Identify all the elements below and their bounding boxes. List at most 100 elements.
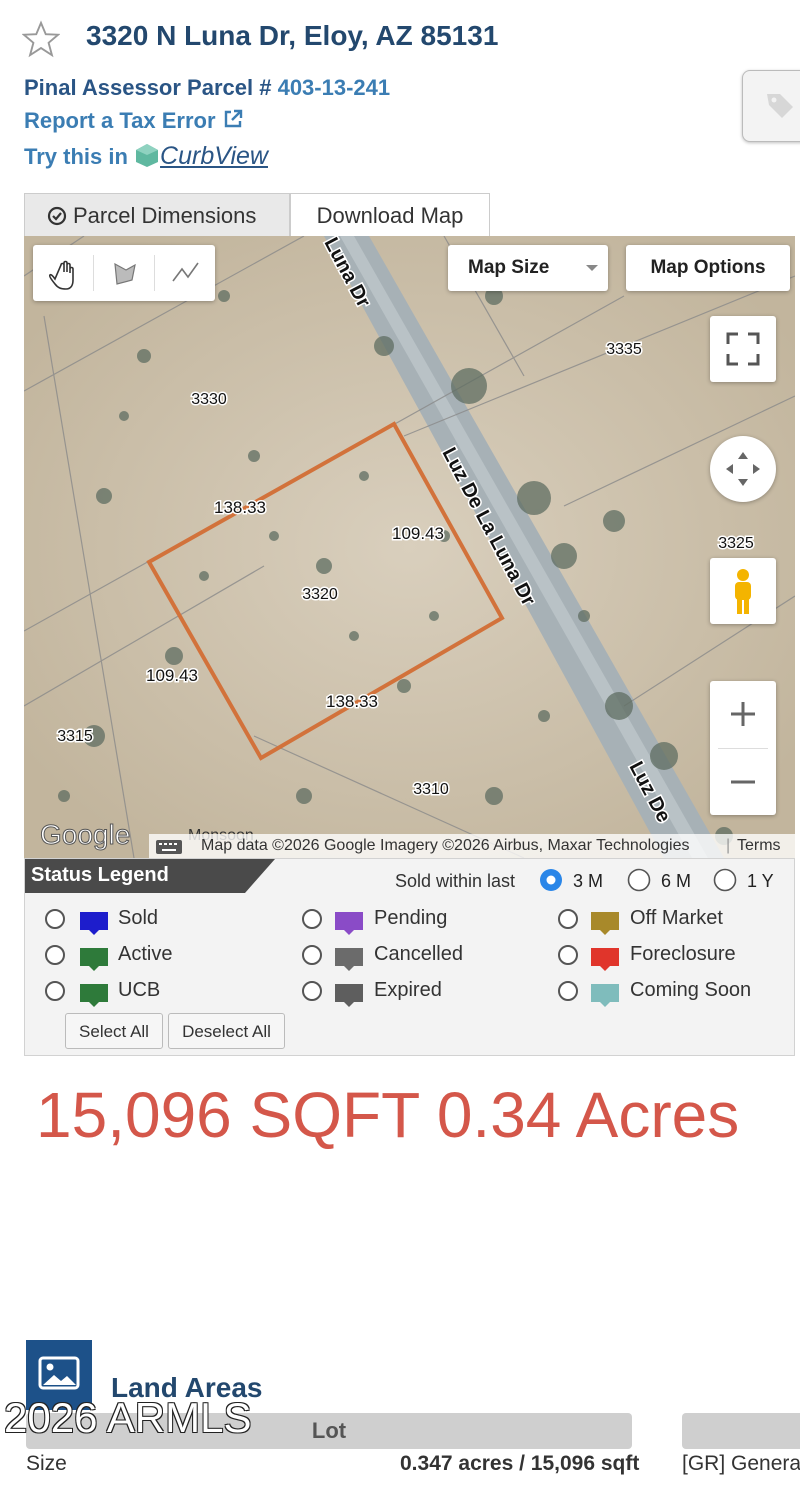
checkbox[interactable]	[45, 981, 65, 1001]
copyright-watermark: 2026 ARMLS	[4, 1394, 252, 1441]
tab-download-map[interactable]: Download Map	[290, 193, 490, 237]
lot-area-summary: 15,096 SQFT 0.34 Acres	[36, 1079, 740, 1151]
radio-icon	[713, 868, 737, 892]
tab-label: Parcel Dimensions	[73, 203, 257, 228]
period-1y-radio[interactable]: 1 Y	[713, 868, 774, 897]
attribution-text: Map data ©2026 Google Imagery ©2026 Airb…	[201, 837, 690, 854]
tag-button[interactable]	[742, 70, 800, 142]
curbview-label: CurbView	[160, 142, 268, 170]
star-icon[interactable]	[22, 20, 60, 58]
size-label: Size	[26, 1452, 67, 1475]
tab-label: Download Map	[316, 203, 464, 228]
rotate-button[interactable]	[710, 436, 776, 502]
legend-title: Status Legend	[31, 864, 169, 886]
parcel-number: 3325	[718, 535, 754, 552]
parcel-number: 3320	[302, 586, 338, 603]
external-link-icon	[224, 109, 242, 128]
property-address: 3320 N Luna Dr, Eloy, AZ 85131	[86, 20, 499, 51]
pin-icon	[335, 948, 363, 971]
zoom-control	[710, 681, 776, 815]
legend-label: Expired	[374, 979, 442, 1001]
checkbox[interactable]	[558, 945, 578, 965]
pin-icon	[591, 912, 619, 935]
shape-icon[interactable]	[94, 245, 154, 301]
pin-icon	[80, 984, 108, 1007]
radio-selected-icon	[540, 869, 562, 891]
period-label: 6 M	[661, 871, 692, 891]
legend-label: Cancelled	[374, 943, 463, 965]
fullscreen-button[interactable]	[710, 316, 776, 382]
zoning-column-header	[682, 1413, 800, 1449]
dimension-label: 109.43	[146, 666, 198, 685]
zoning-value: [GR] Genera	[682, 1452, 800, 1475]
legend-label: Off Market	[630, 907, 723, 929]
tax-error-link[interactable]: Report a Tax Error	[24, 108, 244, 134]
tax-error-label: Report a Tax Error	[24, 108, 216, 133]
zoom-out-button[interactable]	[710, 749, 776, 815]
satellite-imagery: Luna Dr Luz De La Luna Dr Luz De 3330 33…	[24, 236, 795, 858]
radio-icon	[627, 868, 651, 892]
period-label: 1 Y	[747, 871, 774, 891]
parcel-number-link[interactable]: 403-13-241	[278, 75, 391, 100]
curbview-logo-icon	[136, 144, 159, 167]
map-options-button[interactable]: Map Options	[626, 245, 790, 291]
map-size-dropdown[interactable]: Map Size	[448, 245, 608, 291]
parcel-map[interactable]: Luna Dr Luz De La Luna Dr Luz De 3330 33…	[24, 236, 795, 858]
pin-icon	[591, 984, 619, 1007]
try-label: Try this in	[24, 144, 128, 169]
draw-tools	[33, 245, 215, 301]
curbview-line: Try this in CurbView	[24, 142, 268, 171]
period-3m-radio[interactable]: 3 M	[539, 868, 603, 897]
checkbox[interactable]	[45, 909, 65, 929]
keyboard-icon[interactable]	[155, 839, 183, 855]
size-value: 0.347 acres / 15,096 sqft	[400, 1452, 640, 1475]
google-logo: Google	[40, 819, 130, 850]
legend-label: Active	[118, 943, 173, 965]
terms-link[interactable]: Terms	[737, 834, 781, 858]
curbview-link[interactable]: CurbView	[134, 142, 268, 170]
legend-label: Foreclosure	[630, 943, 736, 965]
parcel-line: Pinal Assessor Parcel # 403-13-241	[24, 75, 390, 101]
period-label: 3 M	[573, 871, 604, 891]
legend-label: Sold	[118, 907, 159, 929]
compass-icon	[726, 452, 760, 486]
pegman-icon	[735, 569, 751, 614]
line-icon[interactable]	[155, 245, 215, 301]
chevron-down-icon	[586, 265, 598, 271]
checkbox[interactable]	[558, 909, 578, 929]
fullscreen-icon	[726, 332, 760, 366]
checkbox[interactable]	[302, 945, 322, 965]
tab-parcel-dimensions[interactable]: Parcel Dimensions	[24, 193, 290, 237]
pin-icon	[335, 912, 363, 935]
zoom-in-button[interactable]	[710, 681, 776, 747]
parcel-label: Pinal Assessor Parcel #	[24, 75, 272, 100]
dimension-label: 138.33	[214, 498, 266, 517]
pin-icon	[80, 912, 108, 935]
parcel-number: 3310	[413, 781, 449, 798]
parcel-number: 3330	[191, 391, 227, 408]
checkbox[interactable]	[302, 981, 322, 1001]
dimension-label: 138.33	[326, 692, 378, 711]
status-legend: Status Legend Sold within last 3 M 6 M 1…	[24, 858, 795, 1056]
parcel-number: 3335	[606, 341, 642, 358]
legend-label: Coming Soon	[630, 979, 752, 1001]
dimension-label: 109.43	[392, 524, 444, 543]
checkbox[interactable]	[45, 945, 65, 965]
pin-icon	[80, 948, 108, 971]
check-circle-icon	[47, 206, 67, 226]
sold-within-label: Sold within last	[395, 871, 516, 891]
pin-icon	[335, 984, 363, 1007]
select-all-button[interactable]: Select All	[65, 1013, 163, 1049]
parcel-number: 3315	[57, 728, 93, 745]
map-attribution: Map data ©2026 Google Imagery ©2026 Airb…	[149, 834, 795, 858]
checkbox[interactable]	[302, 909, 322, 929]
deselect-all-button[interactable]: Deselect All	[168, 1013, 285, 1049]
period-6m-radio[interactable]: 6 M	[627, 868, 691, 897]
pin-icon	[591, 948, 619, 971]
street-view-button[interactable]	[710, 558, 776, 624]
checkbox[interactable]	[558, 981, 578, 1001]
hand-icon[interactable]	[33, 245, 93, 301]
tag-icon	[767, 94, 793, 118]
legend-label: Pending	[374, 907, 448, 929]
map-size-label: Map Size	[468, 257, 550, 278]
